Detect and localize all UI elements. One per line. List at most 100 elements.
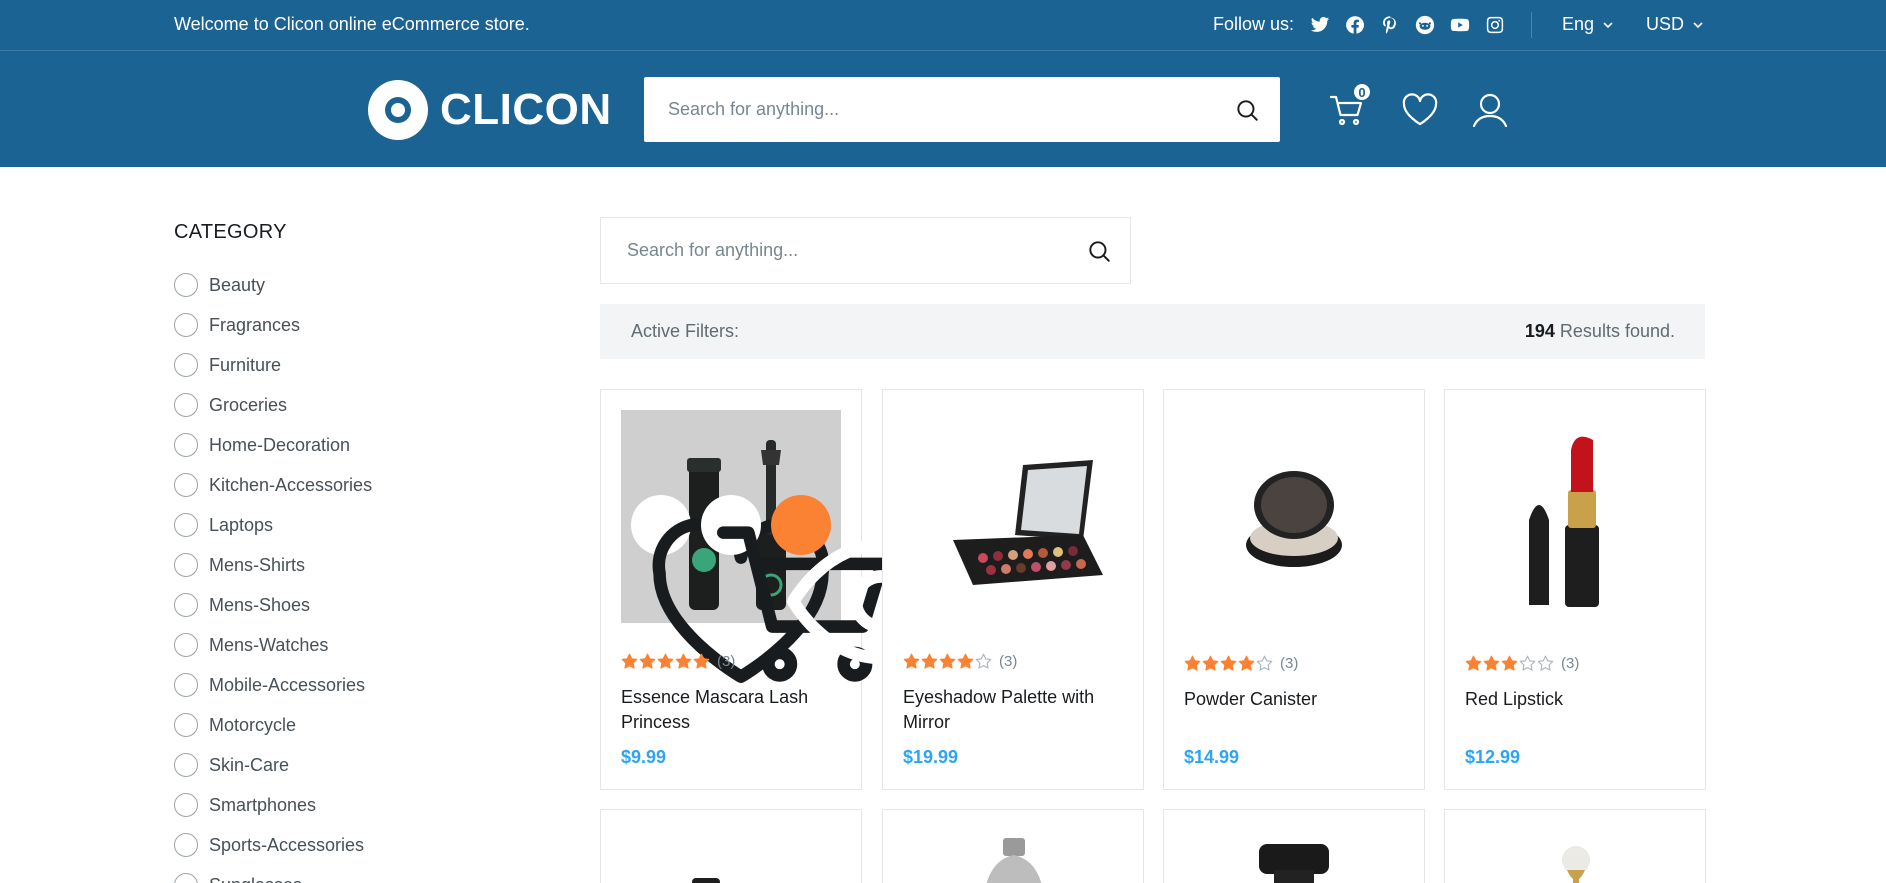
results-number: 194 bbox=[1524, 321, 1555, 341]
radio-button[interactable] bbox=[174, 393, 198, 417]
add-to-wishlist-button[interactable] bbox=[631, 495, 830, 683]
powder-canister-image bbox=[1246, 471, 1342, 567]
product-price: $12.99 bbox=[1465, 747, 1521, 767]
category-label: Mens-Shirts bbox=[209, 554, 306, 575]
radio-button[interactable] bbox=[174, 433, 198, 457]
radio-button[interactable] bbox=[174, 873, 198, 883]
instagram-icon[interactable] bbox=[1483, 13, 1507, 37]
rating-stars: (3) bbox=[621, 653, 735, 670]
category-title: CATEGORY bbox=[174, 221, 287, 243]
star-icon bbox=[1256, 655, 1273, 672]
currency-select[interactable]: USD bbox=[1646, 14, 1704, 35]
product-title[interactable]: Essence Mascara Lash Princess bbox=[621, 685, 843, 735]
product-title[interactable]: Red Lipstick bbox=[1465, 687, 1687, 712]
category-label: Smartphones bbox=[209, 794, 317, 815]
product-card[interactable]: (3) Eyeshadow Palette with Mirror $19.99 bbox=[882, 389, 1144, 790]
radio-button[interactable] bbox=[174, 673, 198, 697]
youtube-icon[interactable] bbox=[1448, 13, 1472, 37]
cart-button[interactable]: 0 bbox=[1328, 82, 1372, 130]
category-item[interactable]: Beauty bbox=[174, 265, 372, 305]
category-item[interactable]: Furniture bbox=[174, 345, 372, 385]
language-select[interactable]: Eng bbox=[1562, 14, 1614, 35]
active-filters-label: Active Filters: bbox=[631, 321, 740, 341]
category-item[interactable]: Mobile-Accessories bbox=[174, 665, 372, 705]
review-count: (3) bbox=[1280, 655, 1299, 672]
category-item[interactable]: Mens-Shirts bbox=[174, 545, 372, 585]
currency-value: USD bbox=[1646, 14, 1685, 34]
facebook-icon[interactable] bbox=[1343, 13, 1367, 37]
search-icon[interactable] bbox=[1086, 238, 1112, 264]
star-icon bbox=[1238, 655, 1255, 672]
star-icon bbox=[621, 653, 638, 670]
radio-button[interactable] bbox=[174, 513, 198, 537]
quick-view-button[interactable] bbox=[771, 495, 975, 665]
results-count: 194 Results found. bbox=[1525, 321, 1675, 342]
radio-button[interactable] bbox=[174, 833, 198, 857]
radio-button[interactable] bbox=[174, 313, 198, 337]
red-lipstick-image bbox=[1529, 436, 1599, 607]
chevron-down-icon bbox=[1693, 21, 1703, 28]
category-item[interactable]: Skin-Care bbox=[174, 745, 372, 785]
product-title[interactable]: Powder Canister bbox=[1184, 687, 1406, 712]
radio-button[interactable] bbox=[174, 273, 198, 297]
product-card[interactable]: (3) Powder Canister $14.99 bbox=[1163, 389, 1425, 790]
social-links bbox=[1308, 13, 1518, 37]
product-image bbox=[1562, 846, 1590, 883]
welcome-text: Welcome to Clicon online eCommerce store… bbox=[174, 14, 530, 34]
category-item[interactable]: Smartphones bbox=[174, 785, 372, 825]
category-item[interactable]: Home-Decoration bbox=[174, 425, 372, 465]
pinterest-icon[interactable] bbox=[1378, 13, 1402, 37]
radio-button[interactable] bbox=[174, 793, 198, 817]
radio-button[interactable] bbox=[174, 553, 198, 577]
category-item[interactable]: Mens-Watches bbox=[174, 625, 372, 665]
category-label: Groceries bbox=[209, 394, 288, 415]
follow-us-label: Follow us: bbox=[1213, 14, 1295, 34]
category-item[interactable]: Laptops bbox=[174, 505, 372, 545]
category-item[interactable]: Groceries bbox=[174, 385, 372, 425]
product-card[interactable] bbox=[600, 809, 862, 883]
star-icon bbox=[675, 653, 692, 670]
wishlist-button[interactable] bbox=[1400, 90, 1440, 130]
radio-button[interactable] bbox=[174, 473, 198, 497]
account-button[interactable] bbox=[1470, 90, 1510, 130]
product-card[interactable] bbox=[882, 809, 1144, 883]
star-icon bbox=[1184, 655, 1201, 672]
category-item[interactable]: Sports-Accessories bbox=[174, 825, 372, 865]
product-image[interactable] bbox=[1465, 410, 1685, 623]
category-item[interactable]: Mens-Shoes bbox=[174, 585, 372, 625]
product-image[interactable] bbox=[1184, 410, 1404, 623]
active-filters-bar: Active Filters: 194 Results found. bbox=[600, 304, 1705, 359]
category-item[interactable]: Fragrances bbox=[174, 305, 372, 345]
twitter-icon[interactable] bbox=[1308, 13, 1332, 37]
category-item[interactable]: Kitchen-Accessories bbox=[174, 465, 372, 505]
radio-button[interactable] bbox=[174, 353, 198, 377]
search-icon[interactable] bbox=[1234, 97, 1260, 123]
radio-button[interactable] bbox=[174, 713, 198, 737]
product-card[interactable] bbox=[1444, 809, 1706, 883]
radio-button[interactable] bbox=[174, 593, 198, 617]
product-card[interactable]: (3) Red Lipstick $12.99 bbox=[1444, 389, 1706, 790]
star-icon bbox=[903, 653, 920, 670]
product-search-input[interactable] bbox=[627, 218, 1067, 283]
reddit-icon[interactable] bbox=[1413, 13, 1437, 37]
product-title[interactable]: Eyeshadow Palette with Mirror bbox=[903, 685, 1125, 735]
star-icon bbox=[1501, 655, 1518, 672]
product-price: $19.99 bbox=[903, 747, 959, 767]
product-image[interactable] bbox=[621, 410, 975, 683]
review-count: (3) bbox=[999, 653, 1018, 670]
add-to-cart-button[interactable] bbox=[701, 495, 889, 682]
category-label: Home-Decoration bbox=[209, 434, 351, 455]
category-label: Skin-Care bbox=[209, 754, 290, 775]
star-icon bbox=[657, 653, 674, 670]
product-image[interactable] bbox=[903, 410, 1123, 623]
header-search-input[interactable] bbox=[668, 77, 1228, 142]
product-card[interactable]: (3) Essence Mascara Lash Princess $9.99 bbox=[600, 389, 975, 790]
radio-button[interactable] bbox=[174, 633, 198, 657]
category-item[interactable]: Motorcycle bbox=[174, 705, 372, 745]
radio-button[interactable] bbox=[174, 753, 198, 777]
category-item[interactable]: Sunglasses bbox=[174, 865, 372, 883]
star-icon bbox=[921, 653, 938, 670]
product-price: $14.99 bbox=[1184, 747, 1240, 767]
product-card[interactable] bbox=[1163, 809, 1425, 883]
logo[interactable]: CLICON bbox=[368, 80, 612, 140]
